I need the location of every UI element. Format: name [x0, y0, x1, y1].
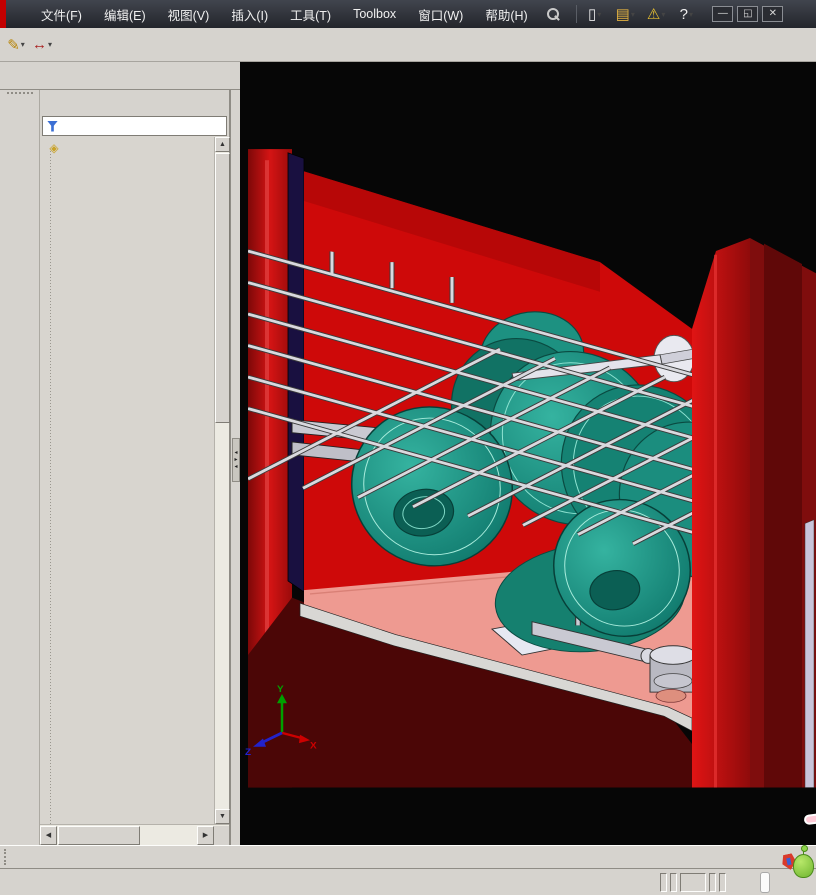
- title-bar: 文件(F) 编辑(E) 视图(V) 插入(I) 工具(T) Toolbox 窗口(W) 帮助(…: [0, 0, 816, 28]
- snap-toolbar: [0, 845, 816, 868]
- splitter-handle[interactable]: ◂ ▸ ◂: [232, 438, 240, 482]
- menu-item[interactable]: 文件(F): [32, 1, 91, 28]
- featuremanager-panel: ◈ ◀ ▶ ▲ ▼: [40, 90, 230, 845]
- sketch-toolbar: ✎↔: [0, 28, 816, 62]
- app-close-button[interactable]: ✕: [762, 6, 784, 22]
- menu-item[interactable]: Toolbox: [344, 3, 405, 25]
- window-controls: — ◱ ✕: [712, 6, 784, 22]
- menu-item[interactable]: 窗口(W): [409, 1, 472, 28]
- new-document-icon[interactable]: ▯: [583, 0, 607, 28]
- tree-filter: [42, 116, 227, 136]
- status-bar: [0, 868, 816, 895]
- scroll-right-button[interactable]: ▶: [197, 825, 214, 845]
- toolbar-grip[interactable]: [6, 92, 33, 97]
- open-document-icon[interactable]: ▤: [613, 0, 638, 28]
- scroll-down-button[interactable]: ▼: [215, 809, 230, 824]
- left-panel-area: ◈ ◀ ▶ ▲ ▼ ◂ ▸ ◂: [0, 62, 240, 845]
- graphics-viewport[interactable]: Y X Z: [240, 62, 816, 845]
- svg-text:Z: Z: [245, 747, 251, 758]
- h-scroll-thumb[interactable]: [58, 825, 140, 845]
- sustainability-warning-icon[interactable]: ⚠: [644, 0, 668, 28]
- quick-access-toolbar: ▯▤⚠?: [583, 0, 699, 28]
- accent-stripe: [0, 0, 6, 28]
- tree-vertical-scrollbar[interactable]: ▲ ▼: [214, 137, 230, 824]
- part-icon: ◈: [49, 141, 59, 155]
- tree-root-item[interactable]: ◈: [42, 139, 213, 157]
- dishwasher-scene: Y X Z: [240, 62, 816, 845]
- main-area: ◈ ◀ ▶ ▲ ▼ ◂ ▸ ◂ Y X Z: [0, 62, 816, 845]
- toolbar-grip[interactable]: [4, 849, 10, 865]
- app-minimize-button[interactable]: —: [712, 6, 734, 22]
- solidworks-window: 文件(F) 编辑(E) 视图(V) 插入(I) 工具(T) Toolbox 窗口(W) 帮助(…: [0, 0, 816, 895]
- menu-item[interactable]: 帮助(H): [476, 1, 536, 28]
- panel-splitter[interactable]: ◂ ▸ ◂: [230, 90, 240, 845]
- menu-item[interactable]: 工具(T): [281, 1, 340, 28]
- menu-item[interactable]: 视图(V): [159, 1, 219, 28]
- feature-tree: ◈: [40, 137, 229, 824]
- sketch-icon[interactable]: ✎: [4, 31, 28, 59]
- menu-item[interactable]: 编辑(E): [95, 1, 155, 28]
- menu-bar: 文件(F) 编辑(E) 视图(V) 插入(I) 工具(T) Toolbox 窗口(W) 帮助(…: [32, 1, 537, 28]
- scene-canvas[interactable]: Y X Z: [240, 62, 816, 845]
- svg-text:Y: Y: [277, 684, 284, 695]
- commandmanager-tabs: [0, 62, 240, 90]
- scroll-left-button[interactable]: ◀: [40, 825, 57, 845]
- tree-filter-input[interactable]: [63, 119, 222, 133]
- filter-funnel-icon: [47, 120, 58, 132]
- smart-dimension-icon[interactable]: ↔: [29, 31, 55, 59]
- app-restore-button[interactable]: ◱: [737, 6, 759, 22]
- v-scroll-thumb[interactable]: [215, 153, 230, 423]
- help-icon[interactable]: ?: [674, 0, 698, 28]
- ime-toolbar: [760, 871, 770, 893]
- search-icon[interactable]: [546, 7, 560, 21]
- scroll-up-button[interactable]: ▲: [215, 137, 230, 152]
- menu-item[interactable]: 插入(I): [222, 1, 277, 28]
- side-toolbar: [0, 90, 40, 845]
- tree-horizontal-scrollbar: ◀ ▶: [40, 824, 229, 845]
- svg-text:X: X: [310, 741, 317, 752]
- edit-state-label: [680, 872, 706, 892]
- manager-tab-row: [40, 90, 229, 116]
